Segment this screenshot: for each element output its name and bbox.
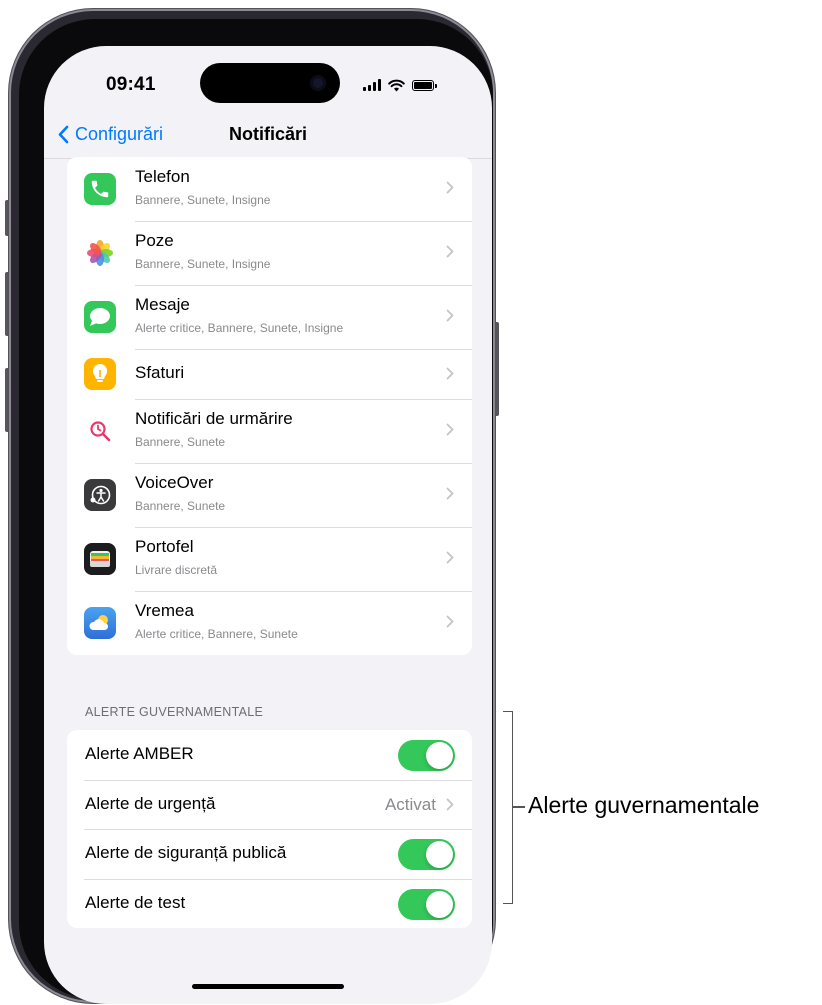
amber-alerts-toggle[interactable] [398,740,455,771]
app-subtitle: Bannere, Sunete [135,435,226,449]
wifi-icon [388,79,405,91]
alert-label: Alerte de siguranță publică [85,843,287,862]
app-name: Vremea [135,601,194,620]
chevron-right-icon [446,615,454,628]
list-item-sfaturi[interactable]: Sfaturi [67,349,472,399]
wallet-icon [84,543,116,575]
tracking-icon [84,415,116,447]
tips-icon [84,358,116,390]
chevron-right-icon [446,487,454,500]
dynamic-island [200,63,340,103]
toggle-knob [426,742,453,769]
list-item-telefon[interactable]: Telefon Bannere, Sunete, Insigne [67,157,472,221]
page-title: Notificări [228,124,307,144]
voiceover-icon [84,479,116,511]
app-name: Mesaje [135,295,190,314]
app-subtitle: Bannere, Sunete, Insigne [135,257,271,271]
test-alerts-toggle[interactable] [398,888,455,920]
callout-line [513,806,525,808]
front-camera [310,75,326,91]
chevron-right-icon [446,181,454,194]
alert-label: Alerte de test [85,892,186,912]
government-alerts-list: Alerte AMBER Alerte de urgență Activat A… [67,730,472,928]
app-subtitle: Bannere, Sunete, Insigne [135,193,271,207]
photos-icon [84,237,116,269]
status-icons [363,78,437,92]
weather-icon [84,607,116,639]
phone-screen: 09:41 Configurări Notificări Telefon Ban… [44,46,492,1004]
list-item-test-alerts: Alerte de test [67,878,472,929]
list-item-vremea[interactable]: Vremea Alerte critice, Bannere, Sunete [67,591,472,655]
app-name: Notificări de urmărire [135,409,293,428]
app-name: Sfaturi [135,363,185,382]
section-header-government-alerts: ALERTE GUVERNAMENTALE [85,705,264,719]
callout-bracket [503,711,513,904]
app-subtitle: Alerte critice, Bannere, Sunete, Insigne [135,321,344,335]
signal-icon [363,79,381,91]
status-time: 09:41 [106,74,156,95]
phone-bezel: 09:41 Configurări Notificări Telefon Ban… [19,19,493,1004]
chevron-right-icon [446,551,454,564]
battery-icon [412,79,437,91]
app-name: VoiceOver [135,473,214,492]
list-item-poze[interactable]: Poze Bannere, Sunete, Insigne [67,221,472,285]
phone-icon [84,173,116,205]
app-subtitle: Alerte critice, Bannere, Sunete [135,627,298,641]
toggle-knob [426,890,453,918]
alert-value: Activat [384,794,436,814]
list-item-amber-alerts: Alerte AMBER [67,730,472,780]
alert-label: Alerte AMBER [85,744,194,763]
app-subtitle: Bannere, Sunete [135,499,226,513]
alert-label: Alerte de urgență [85,793,216,813]
list-item-public-safety-alerts: Alerte de siguranță publică [67,829,472,879]
chevron-right-icon [446,367,454,380]
app-name: Telefon [135,167,190,186]
toggle-knob [426,841,453,868]
app-name: Portofel [135,537,194,556]
list-item-mesaje[interactable]: Mesaje Alerte critice, Bannere, Sunete, … [67,285,472,349]
app-subtitle: Livrare discretă [135,563,218,577]
app-name: Poze [135,231,174,250]
list-item-emergency-alerts[interactable]: Alerte de urgență Activat [67,779,472,830]
callout-label: Alerte guvernamentale [528,792,760,818]
public-safety-alerts-toggle[interactable] [398,839,455,870]
list-item-voiceover[interactable]: VoiceOver Bannere, Sunete [67,463,472,527]
chevron-right-icon [446,309,454,322]
chevron-right-icon [446,245,454,258]
list-item-portofel[interactable]: Portofel Livrare discretă [67,527,472,591]
chevron-right-icon [446,798,454,810]
apps-list: Telefon Bannere, Sunete, Insigne Poze Ba… [67,157,472,655]
list-item-notificari-urmarire[interactable]: Notificări de urmărire Bannere, Sunete [67,399,472,463]
chevron-right-icon [446,423,454,436]
home-indicator[interactable] [192,984,344,989]
messages-icon [84,301,116,333]
